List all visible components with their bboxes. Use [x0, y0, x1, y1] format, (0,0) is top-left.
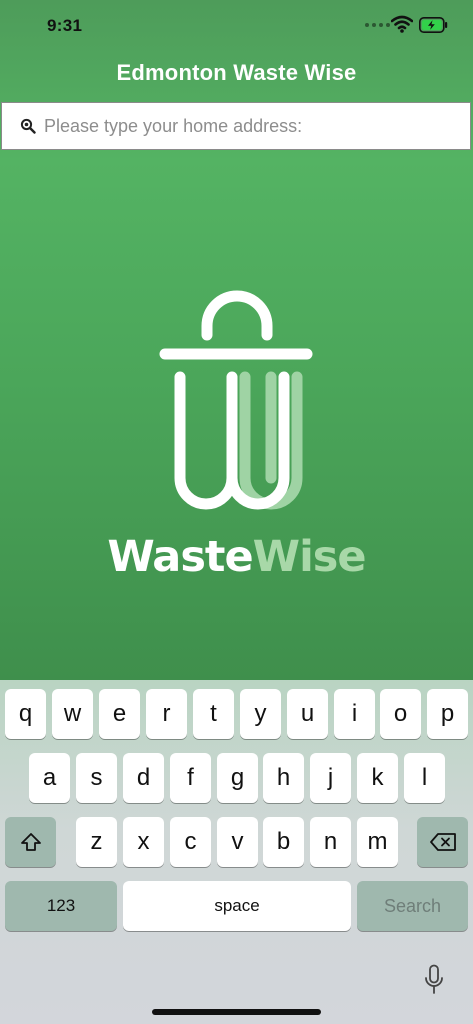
key-q[interactable]: q: [5, 689, 46, 739]
backspace-icon: [429, 833, 456, 851]
key-d[interactable]: d: [123, 753, 164, 803]
key-w[interactable]: w: [52, 689, 93, 739]
numbers-key[interactable]: 123: [5, 881, 117, 931]
key-f[interactable]: f: [170, 753, 211, 803]
key-z[interactable]: z: [76, 817, 117, 867]
wastewise-wordmark: WasteWise: [0, 532, 473, 582]
key-o[interactable]: o: [380, 689, 421, 739]
key-x[interactable]: x: [123, 817, 164, 867]
battery-charging-icon: [419, 17, 448, 33]
microphone-icon[interactable]: [424, 964, 444, 996]
key-b[interactable]: b: [263, 817, 304, 867]
key-e[interactable]: e: [99, 689, 140, 739]
shift-key[interactable]: [5, 817, 56, 867]
address-input[interactable]: [44, 103, 464, 149]
search-key[interactable]: Search: [357, 881, 468, 931]
address-search-bar[interactable]: [1, 102, 471, 150]
logo-word-wise: Wise: [252, 532, 367, 582]
home-indicator[interactable]: [152, 1009, 321, 1015]
search-icon: [20, 118, 36, 134]
key-r[interactable]: r: [146, 689, 187, 739]
key-s[interactable]: s: [76, 753, 117, 803]
key-h[interactable]: h: [263, 753, 304, 803]
delete-key[interactable]: [417, 817, 468, 867]
space-key[interactable]: space: [123, 881, 351, 931]
shift-arrow-icon: [20, 833, 41, 851]
key-c[interactable]: c: [170, 817, 211, 867]
key-k[interactable]: k: [357, 753, 398, 803]
cellular-signal-icon: [365, 23, 390, 27]
key-m[interactable]: m: [357, 817, 398, 867]
key-p[interactable]: p: [427, 689, 468, 739]
key-u[interactable]: u: [287, 689, 328, 739]
on-screen-keyboard: q w e r t y u i o p a s d f g h j k l z …: [0, 680, 473, 1024]
key-i[interactable]: i: [334, 689, 375, 739]
app-title: Edmonton Waste Wise: [116, 60, 357, 85]
key-n[interactable]: n: [310, 817, 351, 867]
logo-word-waste: Waste: [107, 532, 253, 582]
key-t[interactable]: t: [193, 689, 234, 739]
key-g[interactable]: g: [217, 753, 258, 803]
key-j[interactable]: j: [310, 753, 351, 803]
key-l[interactable]: l: [404, 753, 445, 803]
key-v[interactable]: v: [217, 817, 258, 867]
key-a[interactable]: a: [29, 753, 70, 803]
waste-bin-logo-icon: [159, 290, 313, 510]
status-time: 9:31: [47, 16, 83, 35]
key-y[interactable]: y: [240, 689, 281, 739]
wifi-icon: [391, 15, 413, 33]
status-bar: 9:31: [0, 0, 473, 50]
